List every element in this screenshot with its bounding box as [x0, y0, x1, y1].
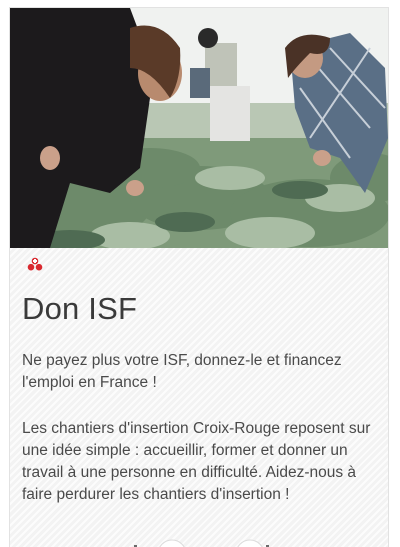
card-intro-text: Ne payez plus votre ISF, donnez-le et fi… [22, 352, 342, 391]
carousel-controls[interactable] [110, 530, 310, 547]
donation-card: Don ISF Ne payez plus votre ISF, donnez-… [9, 7, 389, 547]
card-title: Don ISF [22, 291, 138, 326]
card-photo [10, 8, 388, 248]
croix-rouge-logo-icon [27, 257, 43, 271]
card-body-text: Les chantiers d'insertion Croix-Rouge re… [22, 420, 371, 503]
